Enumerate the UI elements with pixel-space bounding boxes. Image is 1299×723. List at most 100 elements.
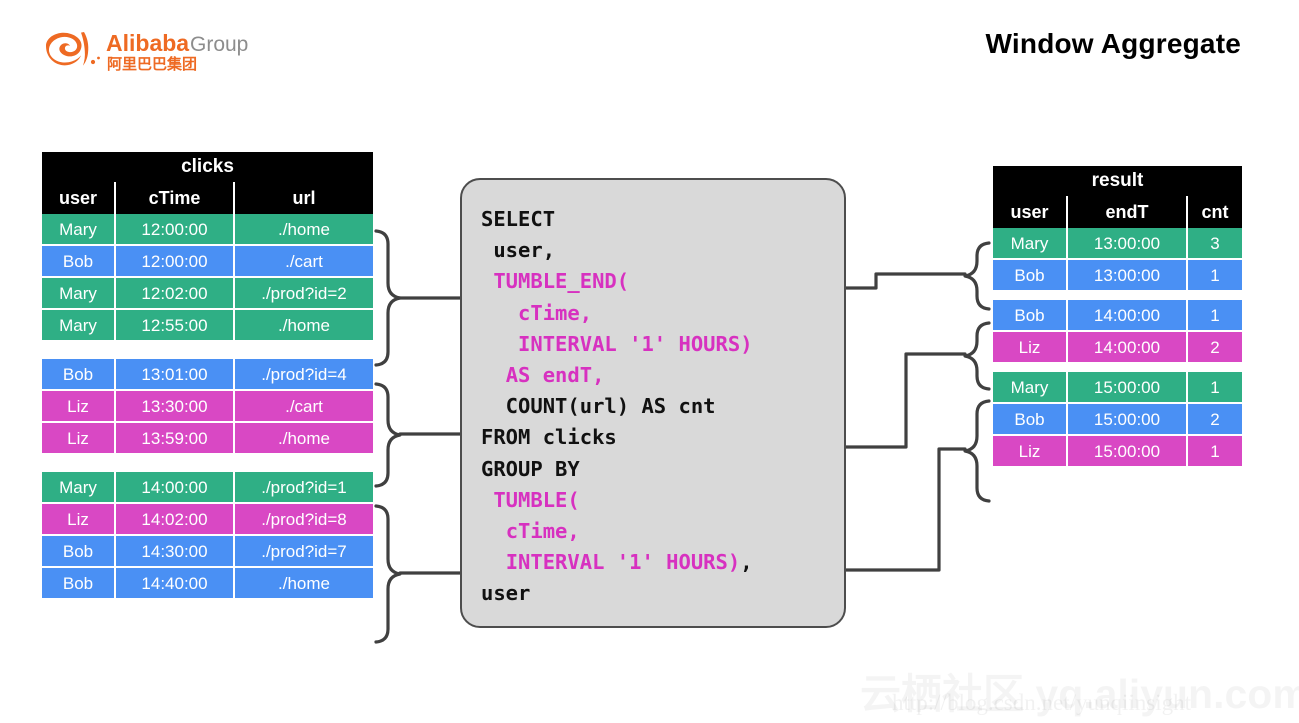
table-cell-user: Bob [993, 300, 1068, 332]
table-cell-cnt: 1 [1188, 260, 1242, 292]
table-cell-url: ./cart [235, 246, 373, 278]
sql-keyword: TUMBLE( [493, 487, 580, 512]
table-cell-endT: 15:00:00 [1068, 372, 1188, 404]
table-cell-endT: 14:00:00 [1068, 300, 1188, 332]
sql-query-text: SELECT user, TUMBLE_END( cTime, INTERVAL… [481, 204, 753, 610]
table-cell-url: ./home [235, 423, 373, 455]
table-row: Liz 13:59:00 ./home [42, 423, 373, 455]
table-cell-url: ./prod?id=7 [235, 536, 373, 568]
table-row: Mary 12:02:00 ./prod?id=2 [42, 278, 373, 310]
logo-text-alibaba: Alibaba [106, 30, 189, 56]
sql-keyword: INTERVAL '1' HOURS) [518, 331, 753, 356]
table-cell-url: ./home [235, 568, 373, 600]
sql-text: user [481, 581, 531, 606]
clicks-col-user: user [42, 182, 116, 214]
result-table: result user endT cnt Mary 13:00:00 3 Bob 13:… [993, 166, 1242, 468]
table-cell-cTime: 12:55:00 [116, 310, 235, 342]
table-cell-user: Mary [42, 472, 116, 504]
table-cell-cTime: 12:00:00 [116, 246, 235, 278]
table-cell-user: Liz [993, 332, 1068, 364]
sql-query-box: SELECT user, TUMBLE_END( cTime, INTERVAL… [460, 178, 846, 628]
table-cell-user: Mary [993, 228, 1068, 260]
alibaba-group-logo: Alibaba Group 阿里巴巴集团 [40, 26, 255, 74]
slide-canvas: Alibaba Group 阿里巴巴集团 Window Aggregate cl… [0, 0, 1299, 723]
table-cell-endT: 13:00:00 [1068, 228, 1188, 260]
table-cell-user: Liz [993, 436, 1068, 468]
watermark: 云栖社区 yq.aliyun.com http://blog.csdn.net/… [860, 660, 1299, 720]
table-row: Mary 14:00:00 ./prod?id=1 [42, 472, 373, 504]
table-cell-user: Bob [42, 359, 116, 391]
table-cell-cnt: 1 [1188, 372, 1242, 404]
table-cell-url: ./cart [235, 391, 373, 423]
table-row: Bob 14:40:00 ./home [42, 568, 373, 600]
sql-keyword: INTERVAL '1' HOURS) [505, 550, 741, 575]
table-cell-cnt: 2 [1188, 404, 1242, 436]
table-cell-endT: 14:00:00 [1068, 332, 1188, 364]
table-row-group: Bob 14:00:00 1 Liz 14:00:00 2 [993, 300, 1242, 364]
table-cell-url: ./prod?id=2 [235, 278, 373, 310]
table-cell-cnt: 1 [1188, 436, 1242, 468]
result-col-endt: endT [1068, 196, 1188, 228]
table-row: Mary 15:00:00 1 [993, 372, 1242, 404]
table-cell-url: ./home [235, 214, 373, 246]
table-row-group: Mary 14:00:00 ./prod?id=1 Liz 14:02:00 ./prod… [42, 472, 373, 600]
logo-text-group: Group [190, 33, 248, 56]
sql-text: GROUP BY [481, 456, 580, 481]
table-cell-endT: 13:00:00 [1068, 260, 1188, 292]
table-cell-cTime: 14:00:00 [116, 472, 235, 504]
table-row-group: Mary 15:00:00 1 Bob 15:00:00 2 Liz 15:00:00 1 [993, 372, 1242, 468]
table-cell-url: ./home [235, 310, 373, 342]
sql-keyword: cTime, [518, 300, 593, 325]
clicks-col-url: url [235, 182, 373, 214]
table-cell-user: Mary [42, 278, 116, 310]
table-cell-user: Bob [42, 568, 116, 600]
table-row: Liz 15:00:00 1 [993, 436, 1242, 468]
table-row: Mary 12:55:00 ./home [42, 310, 373, 342]
table-cell-url: ./prod?id=4 [235, 359, 373, 391]
table-row: Liz 14:00:00 2 [993, 332, 1242, 364]
table-cell-user: Bob [42, 246, 116, 278]
table-cell-user: Mary [993, 372, 1068, 404]
table-cell-endT: 15:00:00 [1068, 404, 1188, 436]
table-cell-cTime: 12:00:00 [116, 214, 235, 246]
table-cell-url: ./prod?id=8 [235, 504, 373, 536]
table-cell-cTime: 14:40:00 [116, 568, 235, 600]
result-table-header: user endT cnt [993, 196, 1242, 228]
sql-keyword: cTime, [505, 519, 580, 544]
table-row-group: Bob 13:01:00 ./prod?id=4 Liz 13:30:00 ./cart L… [42, 359, 373, 455]
table-row: Bob 15:00:00 2 [993, 404, 1242, 436]
table-row: Liz 13:30:00 ./cart [42, 391, 373, 423]
table-row: Bob 13:00:00 1 [993, 260, 1242, 292]
result-table-title: result [993, 166, 1242, 196]
clicks-table-header: user cTime url [42, 182, 373, 214]
table-row: Bob 14:00:00 1 [993, 300, 1242, 332]
page-title: Window Aggregate [985, 28, 1241, 59]
sql-keyword: TUMBLE_END( [493, 269, 630, 294]
sql-text: SELECT [481, 207, 556, 231]
result-table-body: Mary 13:00:00 3 Bob 13:00:00 1 Bob 14:00:00 1 Liz… [993, 228, 1242, 468]
clicks-table-body: Mary 12:00:00 ./home Bob 12:00:00 ./cart Mary 1… [42, 214, 373, 600]
table-row: Liz 14:02:00 ./prod?id=8 [42, 504, 373, 536]
table-row: Mary 13:00:00 3 [993, 228, 1242, 260]
table-cell-user: Liz [42, 391, 116, 423]
sql-text: FROM clicks [481, 425, 617, 450]
table-row-group: Mary 12:00:00 ./home Bob 12:00:00 ./cart Mary 1… [42, 214, 373, 342]
table-cell-cTime: 14:30:00 [116, 536, 235, 568]
logo-text-chinese: 阿里巴巴集团 [107, 55, 197, 73]
result-col-user: user [993, 196, 1068, 228]
sql-text: user, [481, 238, 556, 263]
table-row: Bob 13:01:00 ./prod?id=4 [42, 359, 373, 391]
clicks-table: clicks user cTime url Mary 12:00:00 ./home… [42, 152, 373, 600]
table-cell-user: Bob [993, 404, 1068, 436]
table-cell-user: Mary [42, 310, 116, 342]
sql-text: , [740, 550, 753, 575]
table-row-group: Mary 13:00:00 3 Bob 13:00:00 1 [993, 228, 1242, 292]
table-cell-cTime: 13:30:00 [116, 391, 235, 423]
table-cell-user: Bob [42, 536, 116, 568]
